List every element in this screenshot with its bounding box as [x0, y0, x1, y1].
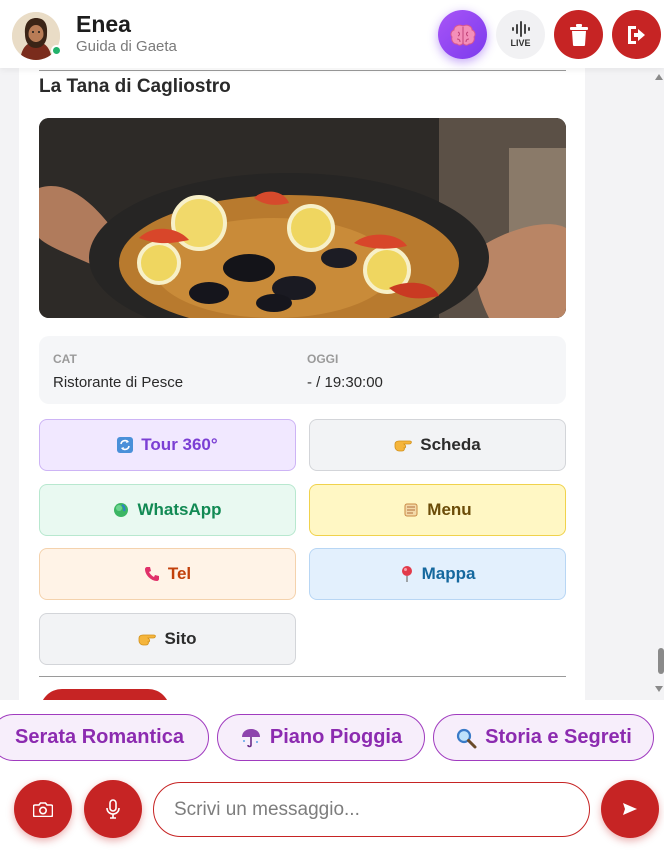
- brain-mode-button[interactable]: [438, 10, 487, 59]
- whatsapp-button[interactable]: WhatsApp: [39, 484, 296, 536]
- camera-icon: [33, 802, 53, 817]
- brain-icon: [449, 24, 476, 46]
- divider: [39, 676, 566, 677]
- microphone-icon: [106, 799, 120, 819]
- rotate-icon: [117, 437, 134, 453]
- menu-button[interactable]: Menu: [309, 484, 566, 536]
- composer-area: Serata Romantica Piano Pioggia Storia e …: [0, 700, 664, 859]
- paella-seafood-photo: [39, 118, 566, 318]
- scrollbar-thumb[interactable]: [658, 648, 664, 674]
- green-circle-icon: [113, 502, 129, 518]
- place-title: La Tana di Cagliostro: [39, 76, 231, 97]
- message-input[interactable]: [153, 782, 590, 837]
- scroll-down-arrow-icon[interactable]: [655, 686, 663, 692]
- umbrella-icon: [240, 727, 262, 749]
- camera-button[interactable]: [14, 780, 72, 838]
- suggestion-chip-piano-pioggia[interactable]: Piano Pioggia: [217, 714, 425, 761]
- live-label: LIVE: [510, 38, 531, 48]
- category-value: Ristorante di Pesce: [53, 374, 184, 391]
- scroll-up-arrow-icon[interactable]: [655, 74, 663, 80]
- suggestion-chips: Serata Romantica Piano Pioggia Storia e …: [0, 714, 664, 762]
- today-hours-value: - / 19:30:00: [307, 374, 383, 391]
- pin-icon: [400, 565, 414, 583]
- scheda-label: Scheda: [420, 435, 481, 454]
- online-status-dot: [51, 45, 62, 56]
- place-card: La Tana di Cagliostro CAT Ristorante di …: [19, 62, 585, 722]
- logout-button[interactable]: [612, 10, 661, 59]
- delete-chat-button[interactable]: [554, 10, 603, 59]
- mappa-label: Mappa: [421, 564, 476, 583]
- live-button[interactable]: LIVE: [496, 10, 545, 59]
- pointing-hand-icon: [138, 631, 157, 647]
- suggestion-label: Serata Romantica: [15, 726, 184, 748]
- tour-360-label: Tour 360°: [141, 435, 218, 454]
- whatsapp-label: WhatsApp: [137, 500, 222, 519]
- microphone-button[interactable]: [84, 780, 142, 838]
- soundwave-icon: [511, 21, 530, 37]
- trash-icon: [569, 23, 588, 46]
- sito-label: Sito: [164, 629, 197, 648]
- app-header: Enea Guida di Gaeta LIVE: [0, 0, 664, 68]
- info-box: CAT Ristorante di Pesce OGGI - / 19:30:0…: [39, 336, 566, 404]
- chat-app: Enea Guida di Gaeta LIVE La Tana di Cagl…: [0, 0, 664, 859]
- scroll-icon: [403, 502, 419, 518]
- send-button[interactable]: [601, 780, 659, 838]
- tel-button[interactable]: Tel: [39, 548, 296, 600]
- agent-name: Enea: [76, 11, 131, 37]
- send-icon: [623, 803, 637, 815]
- menu-label: Menu: [427, 500, 472, 519]
- tour-360-button[interactable]: Tour 360°: [39, 419, 296, 471]
- suggestion-chip-storia-e-segreti[interactable]: Storia e Segreti: [433, 714, 654, 761]
- category-label: CAT: [53, 352, 77, 366]
- suggestion-label: Storia e Segreti: [485, 726, 632, 748]
- sito-button[interactable]: Sito: [39, 613, 296, 665]
- divider: [39, 70, 566, 71]
- magnifier-icon: [455, 727, 477, 749]
- pointing-hand-icon: [394, 437, 413, 453]
- today-label: OGGI: [307, 352, 339, 366]
- phone-icon: [144, 566, 160, 582]
- tel-label: Tel: [167, 564, 192, 583]
- place-photo[interactable]: [39, 118, 566, 318]
- mappa-button[interactable]: Mappa: [309, 548, 566, 600]
- agent-subtitle: Guida di Gaeta: [76, 38, 177, 55]
- exit-icon: [627, 25, 645, 44]
- suggestion-chip-serata-romantica[interactable]: Serata Romantica: [0, 714, 209, 761]
- scrollbar[interactable]: [654, 70, 664, 698]
- suggestion-label: Piano Pioggia: [269, 726, 403, 748]
- scheda-button[interactable]: Scheda: [309, 419, 566, 471]
